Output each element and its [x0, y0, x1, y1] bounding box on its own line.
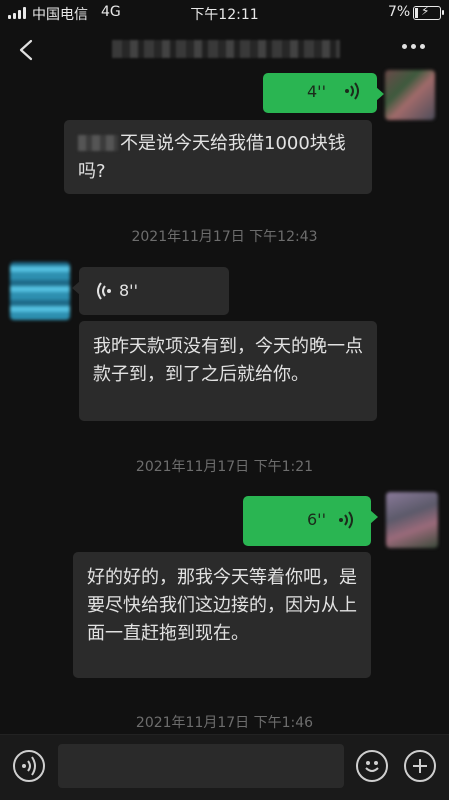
text-message-incoming: 不是说今天给我借1000块钱吗? — [64, 120, 372, 194]
chat-title-blurred — [112, 40, 340, 58]
message-input[interactable] — [58, 744, 344, 788]
battery-icon: ⚡ — [413, 4, 444, 20]
voice-duration: 8'' — [119, 281, 138, 300]
timestamp: 2021年11月17日 下午1:46 — [135, 715, 314, 731]
battery-percent: 7% — [388, 4, 411, 20]
input-bar — [0, 734, 449, 800]
timestamp: 2021年11月17日 下午12:43 — [131, 229, 318, 245]
voice-message-outgoing[interactable]: 4'' — [263, 73, 384, 113]
voice-message-incoming[interactable]: 8'' — [72, 267, 229, 315]
text-message-incoming: 我昨天款项没有到，今天的晚一点款子到，到了之后就给你。 — [79, 321, 377, 421]
message-text: 不是说今天给我借1000块钱吗? — [78, 133, 346, 182]
voice-wave-icon — [339, 511, 353, 529]
voice-wave-icon — [345, 82, 359, 100]
my-avatar[interactable] — [385, 70, 435, 120]
message-text: 好的好的，那我今天等着你吧，是要尽快给我们这边接的，因为从上面一直赶拖到现在。 — [87, 567, 357, 644]
voice-duration: 4'' — [307, 82, 326, 101]
my-avatar[interactable] — [386, 492, 438, 548]
chat-header — [0, 26, 449, 74]
status-time: 下午12:11 — [190, 7, 259, 23]
voice-message-outgoing[interactable]: 6'' — [243, 496, 378, 546]
contact-avatar[interactable] — [10, 262, 70, 320]
voice-wave-icon — [97, 282, 111, 300]
back-arrow-icon[interactable] — [16, 38, 38, 62]
text-message-incoming: 好的好的，那我今天等着你吧，是要尽快给我们这边接的，因为从上面一直赶拖到现在。 — [73, 552, 371, 678]
voice-duration: 6'' — [307, 510, 326, 529]
message-text: 我昨天款项没有到，今天的晚一点款子到，到了之后就给你。 — [93, 336, 363, 385]
voice-input-toggle-icon[interactable] — [13, 750, 45, 782]
emoji-icon[interactable] — [356, 750, 388, 782]
blurred-name — [78, 135, 118, 151]
more-options-icon[interactable] — [402, 44, 425, 49]
status-bar: 中国电信 4G 下午12:11 7% ⚡ — [0, 0, 449, 26]
timestamp: 2021年11月17日 下午1:21 — [135, 459, 314, 475]
plus-icon[interactable] — [404, 750, 436, 782]
